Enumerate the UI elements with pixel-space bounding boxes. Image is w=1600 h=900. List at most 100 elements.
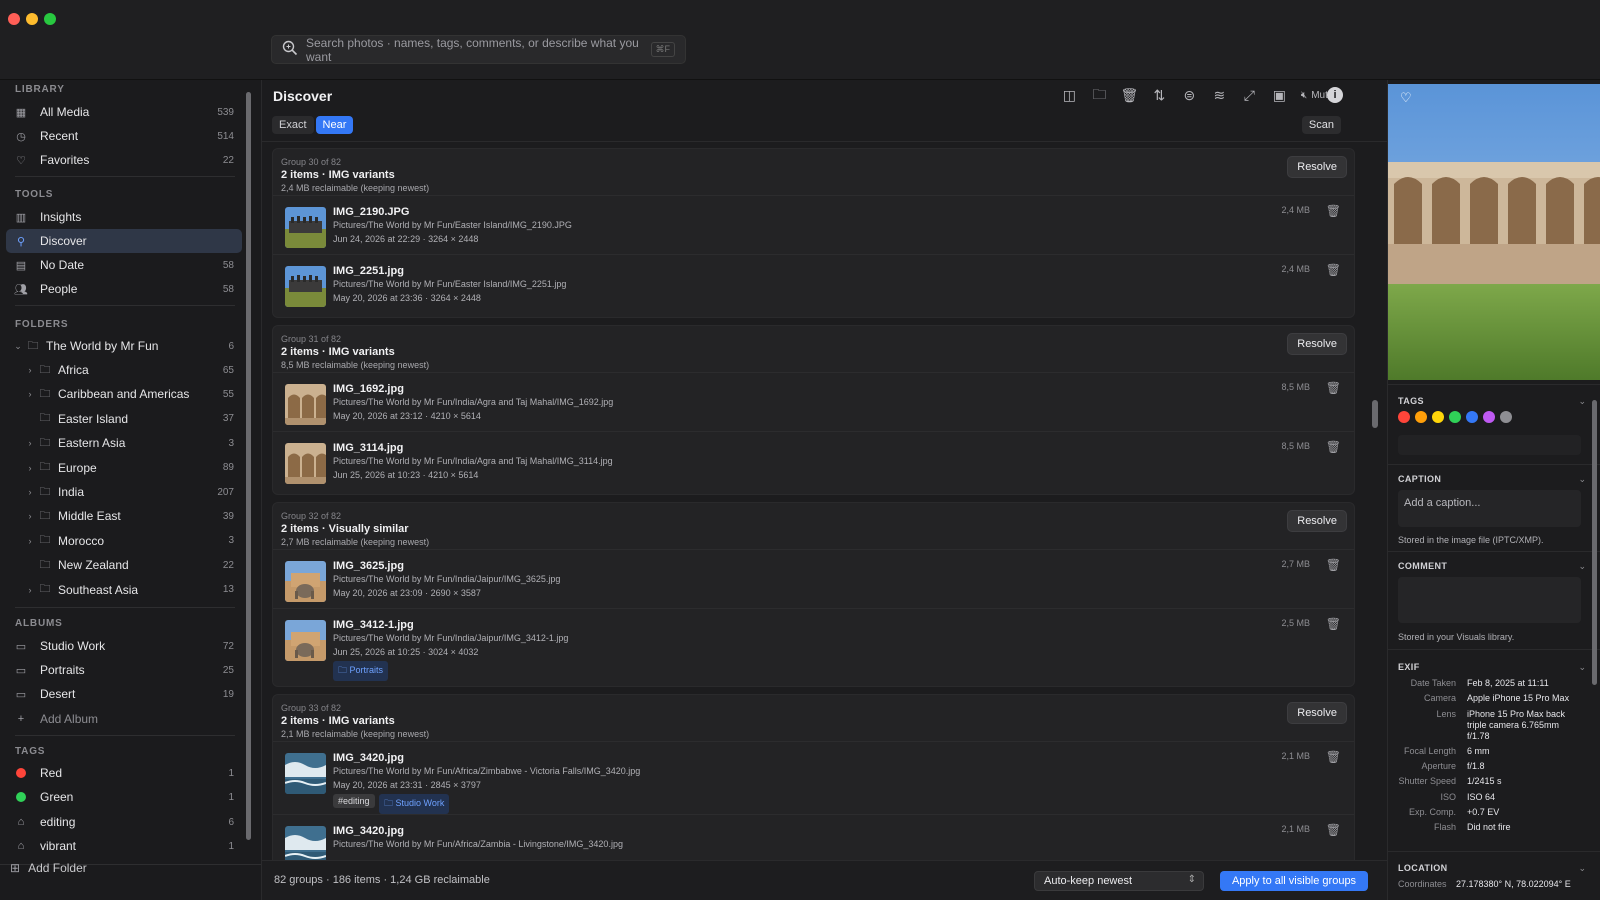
resolve-button[interactable]: Resolve xyxy=(1287,333,1347,355)
add-folder-button[interactable]: ⊞ Add Folder xyxy=(10,861,87,875)
sidebar-item-all-media[interactable]: ▦ All Media 539 xyxy=(6,100,242,124)
file-row[interactable]: IMG_3625.jpg Pictures/The World by Mr Fun… xyxy=(273,549,1354,608)
tag-color-dot[interactable] xyxy=(1466,411,1478,423)
trash-icon[interactable]: 🗑︎ xyxy=(1326,750,1341,764)
sidebar-item-favorites[interactable]: ♡ Favorites 22 xyxy=(6,148,242,172)
tag-color-dot[interactable] xyxy=(1398,411,1410,423)
caption-input[interactable]: Add a caption... xyxy=(1398,490,1581,527)
sidebar-item-people[interactable]: 👥︎ People 58 xyxy=(6,277,242,301)
chevron-right-icon[interactable]: › xyxy=(24,463,36,473)
sort-icon[interactable]: ⇅ xyxy=(1151,87,1168,104)
folder-item[interactable]: 🗀︎ New Zealand 22 xyxy=(6,553,242,577)
clipboard-icon[interactable]: ▣ xyxy=(1271,87,1288,104)
photo-thumbnail[interactable] xyxy=(285,826,326,860)
trash-icon[interactable]: 🗑︎ xyxy=(1121,87,1139,104)
chevron-right-icon[interactable]: › xyxy=(24,536,36,546)
folder-item[interactable]: › 🗀︎ Middle East 39 xyxy=(6,504,242,528)
folder-root[interactable]: ⌄ 🗀︎ The World by Mr Fun 6 xyxy=(6,334,242,358)
album-desert[interactable]: ▭ Desert 19 xyxy=(6,682,242,706)
chevron-down-icon[interactable]: ⌄ xyxy=(1578,863,1586,874)
file-row[interactable]: IMG_1692.jpg Pictures/The World by Mr Fun… xyxy=(273,372,1354,431)
filter-icon[interactable]: ⊜ xyxy=(1181,87,1198,104)
chevron-down-icon[interactable]: ⌄ xyxy=(1578,662,1586,673)
mode-near-button[interactable]: Near xyxy=(315,116,354,134)
tag-green[interactable]: Green 1 xyxy=(6,785,242,809)
tag-color-dot[interactable] xyxy=(1432,411,1444,423)
folder-item[interactable]: 🗀︎ Easter Island 37 xyxy=(6,407,242,431)
info-icon[interactable]: i xyxy=(1327,87,1343,103)
trash-icon[interactable]: 🗑︎ xyxy=(1326,204,1341,218)
mode-exact-button[interactable]: Exact xyxy=(272,116,314,134)
tag-color-dot[interactable] xyxy=(1449,411,1461,423)
sidebar-toggle-icon[interactable]: ◫ xyxy=(1061,87,1078,104)
photo-thumbnail[interactable] xyxy=(285,443,326,484)
add-album-button[interactable]: + Add Album xyxy=(6,707,242,731)
folder-add-icon[interactable]: 🗀︎ xyxy=(1091,86,1108,104)
tag-vibrant[interactable]: ⌂ vibrant 1 xyxy=(6,834,242,858)
trash-icon[interactable]: 🗑︎ xyxy=(1326,617,1341,631)
album-chip[interactable]: 🗀︎ Portraits xyxy=(333,661,389,681)
tag-color-dot[interactable] xyxy=(1500,411,1512,423)
inspector-scrollbar[interactable] xyxy=(1592,400,1597,685)
sidebar-item-recent[interactable]: ◷ Recent 514 xyxy=(6,124,242,148)
file-row[interactable]: IMG_3420.jpg Pictures/The World by Mr Fun… xyxy=(273,814,1354,860)
photo-thumbnail[interactable] xyxy=(285,753,326,794)
file-row[interactable]: IMG_2190.JPG Pictures/The World by Mr Fun… xyxy=(273,195,1354,254)
folder-item[interactable]: › 🗀︎ Europe 89 xyxy=(6,456,242,480)
chevron-right-icon[interactable]: › xyxy=(24,389,36,399)
chevron-right-icon[interactable]: › xyxy=(24,585,36,595)
resolve-button[interactable]: Resolve xyxy=(1287,156,1347,178)
tag-color-dot[interactable] xyxy=(1483,411,1495,423)
list-scrollbar[interactable] xyxy=(1372,400,1378,428)
close-window-button[interactable] xyxy=(8,13,20,25)
folder-item[interactable]: › 🗀︎ Caribbean and Americas 55 xyxy=(6,382,242,406)
tag-chip[interactable]: #editing xyxy=(333,794,375,808)
album-portraits[interactable]: ▭ Portraits 25 xyxy=(6,658,242,682)
zoom-window-button[interactable] xyxy=(44,13,56,25)
keep-policy-select[interactable]: Auto-keep newest ⇕ xyxy=(1034,871,1204,891)
minimize-window-button[interactable] xyxy=(26,13,38,25)
photo-thumbnail[interactable] xyxy=(285,384,326,425)
album-studio-work[interactable]: ▭ Studio Work 72 xyxy=(6,634,242,658)
chevron-right-icon[interactable]: › xyxy=(24,438,36,448)
resolve-button[interactable]: Resolve xyxy=(1287,702,1347,724)
photo-thumbnail[interactable] xyxy=(285,207,326,248)
scan-button[interactable]: Scan xyxy=(1301,116,1341,134)
folder-item[interactable]: › 🗀︎ India 207 xyxy=(6,480,242,504)
search-input[interactable]: Search photos · names, tags, comments, o… xyxy=(306,36,651,64)
expand-icon[interactable]: ⤢ xyxy=(1241,87,1258,104)
sidebar-scrollbar[interactable] xyxy=(246,92,251,840)
sidebar-item-discover[interactable]: ⚲ Discover xyxy=(6,229,242,253)
file-row[interactable]: IMG_2251.jpg Pictures/The World by Mr Fun… xyxy=(273,254,1354,313)
trash-icon[interactable]: 🗑︎ xyxy=(1326,440,1341,454)
favorite-heart-icon[interactable]: ♡ xyxy=(1400,90,1412,106)
search-bar[interactable]: Search photos · names, tags, comments, o… xyxy=(271,35,686,64)
sidebar-item-insights[interactable]: ▥ Insights xyxy=(6,205,242,229)
album-chip[interactable]: 🗀︎ Studio Work xyxy=(379,794,450,814)
file-row[interactable]: IMG_3114.jpg Pictures/The World by Mr Fun… xyxy=(273,431,1354,490)
trash-icon[interactable]: 🗑︎ xyxy=(1326,263,1341,277)
tag-editing[interactable]: ⌂ editing 6 xyxy=(6,810,242,834)
chevron-down-icon[interactable]: ⌄ xyxy=(1578,396,1586,407)
photo-thumbnail[interactable] xyxy=(285,266,326,307)
resolve-button[interactable]: Resolve xyxy=(1287,510,1347,532)
chevron-right-icon[interactable]: › xyxy=(24,511,36,521)
chevron-right-icon[interactable]: › xyxy=(24,365,36,375)
folder-item[interactable]: › 🗀︎ Eastern Asia 3 xyxy=(6,431,242,455)
chevron-right-icon[interactable]: › xyxy=(24,487,36,497)
chevron-down-icon[interactable]: ⌄ xyxy=(1578,561,1586,572)
trash-icon[interactable]: 🗑︎ xyxy=(1326,558,1341,572)
stack-icon[interactable]: ≋ xyxy=(1211,87,1228,104)
file-row[interactable]: IMG_3412-1.jpg Pictures/The World by Mr F… xyxy=(273,608,1354,681)
folder-item[interactable]: › 🗀︎ Southeast Asia 13 xyxy=(6,578,242,602)
tag-red[interactable]: Red 1 xyxy=(6,761,242,785)
comment-input[interactable] xyxy=(1398,577,1581,623)
apply-all-button[interactable]: Apply to all visible groups xyxy=(1220,871,1368,891)
chevron-down-icon[interactable]: ⌄ xyxy=(1578,474,1586,485)
photo-thumbnail[interactable] xyxy=(285,620,326,661)
photo-thumbnail[interactable] xyxy=(285,561,326,602)
trash-icon[interactable]: 🗑︎ xyxy=(1326,381,1341,395)
tag-color-dot[interactable] xyxy=(1415,411,1427,423)
file-row[interactable]: IMG_3420.jpg Pictures/The World by Mr Fun… xyxy=(273,741,1354,814)
tag-input[interactable] xyxy=(1398,435,1581,455)
